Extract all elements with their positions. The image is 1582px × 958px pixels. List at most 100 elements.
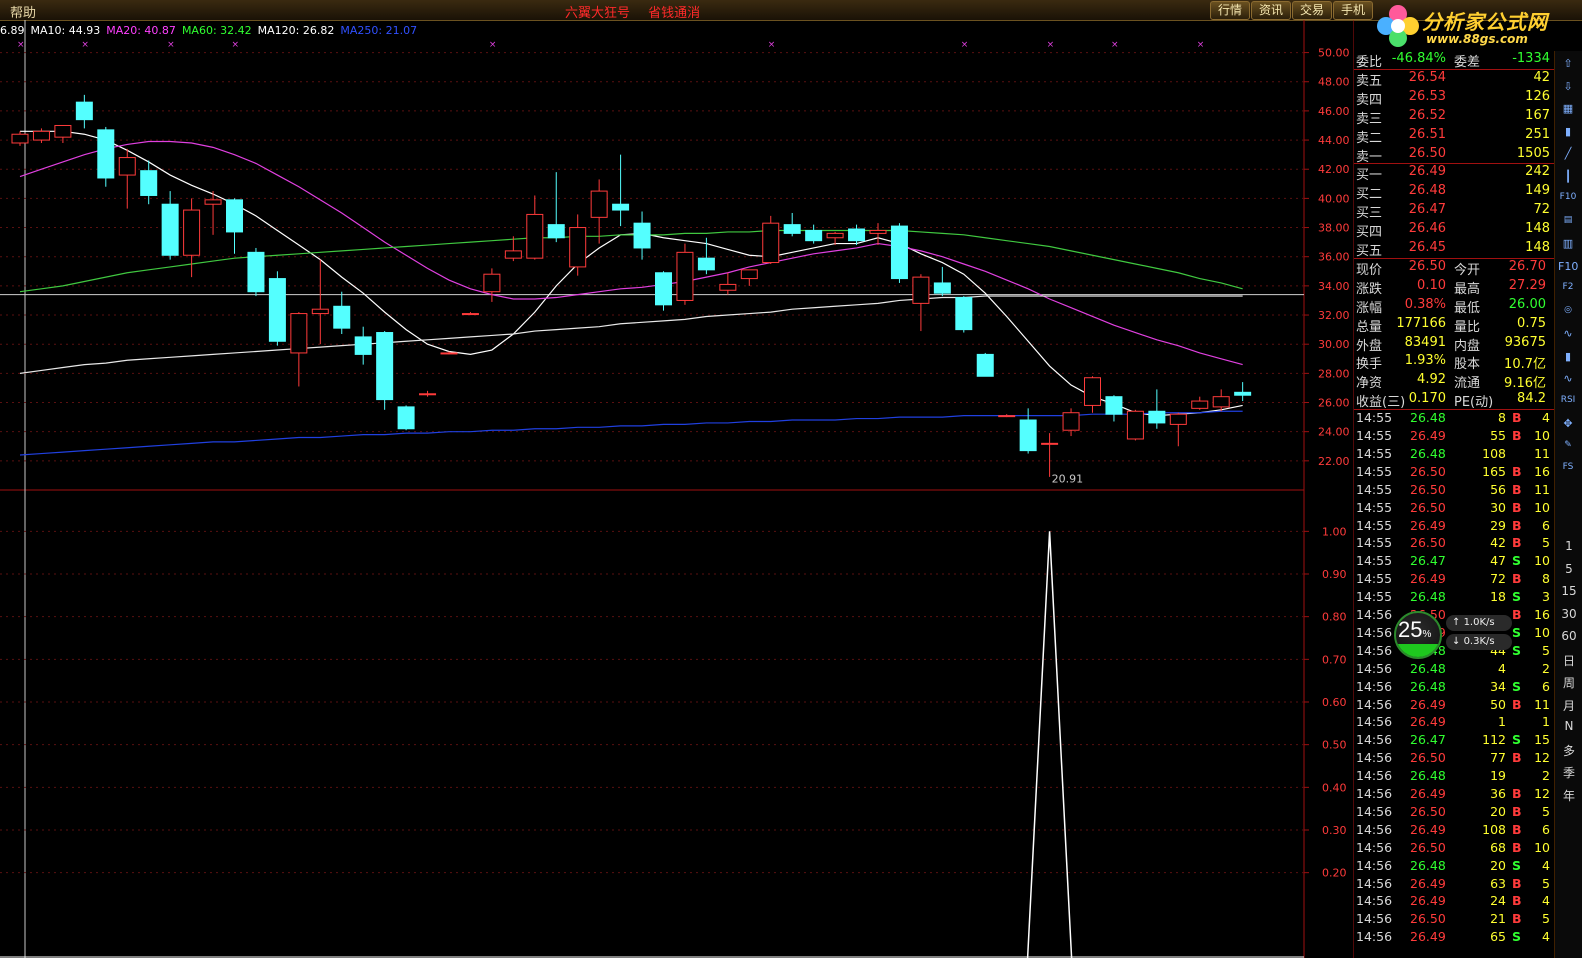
chart-icon[interactable]: ▥: [1558, 237, 1578, 255]
tick-volume: 34: [1490, 678, 1506, 694]
candle-body: [268, 278, 286, 342]
tick-row: 14:55 26.48 8 B 4: [1354, 410, 1552, 428]
pen-icon[interactable]: ✎: [1558, 440, 1578, 458]
candle-body: [783, 224, 801, 234]
tick-time: 14:56: [1356, 857, 1393, 873]
quote-label: 买四: [1356, 225, 1383, 241]
candle: [869, 223, 887, 246]
period-button[interactable]: 15: [1559, 584, 1579, 598]
F2-icon[interactable]: F2: [1558, 282, 1578, 300]
title-link-1[interactable]: 六翼大狂号: [565, 6, 630, 21]
stat-row: 外盘 83491 内盘 93675: [1354, 335, 1550, 354]
period-button[interactable]: 多: [1559, 742, 1579, 759]
y-tick-label: 48.00: [1318, 76, 1350, 89]
stat-label: 流通: [1454, 376, 1481, 392]
F10-icon[interactable]: F10: [1558, 192, 1578, 210]
tick-count: 12: [1534, 750, 1550, 766]
market-button[interactable]: 行情: [1210, 1, 1251, 20]
y-tick-label: 34.00: [1318, 280, 1350, 293]
candle: [1148, 389, 1166, 429]
quote-value: 26.54: [1408, 69, 1446, 85]
period-button[interactable]: 季: [1559, 764, 1579, 781]
line-icon[interactable]: ╱: [1558, 147, 1578, 165]
stat-label: 股本: [1454, 357, 1481, 373]
period-button[interactable]: 1: [1559, 539, 1579, 553]
trade-button[interactable]: 交易: [1292, 1, 1333, 20]
quote-value: 26.48: [1408, 183, 1446, 199]
tick-flag: B: [1512, 410, 1522, 426]
FS-icon[interactable]: FS: [1558, 462, 1578, 480]
tick-volume: 4: [1498, 660, 1506, 676]
candle-body: [590, 190, 608, 218]
period-button[interactable]: N: [1559, 719, 1579, 733]
eye-icon[interactable]: ◎: [1558, 305, 1578, 323]
candle: [461, 312, 479, 316]
candle: [655, 271, 672, 311]
tick-row: 14:56 26.49 50 B 11: [1354, 697, 1552, 715]
candle-body: [419, 393, 437, 396]
candle-body: [1019, 419, 1037, 452]
tick-time: 14:56: [1356, 750, 1393, 766]
tick-row: 14:56 26.50 21 B 5: [1354, 911, 1552, 929]
period-button[interactable]: 月: [1559, 697, 1579, 714]
period-button[interactable]: 周: [1559, 674, 1579, 691]
line2-icon[interactable]: ∿: [1558, 327, 1578, 345]
tick-row: 14:56 26.48 19 2: [1354, 768, 1552, 786]
tick-time: 14:55: [1356, 445, 1393, 461]
period-button[interactable]: 5: [1559, 562, 1579, 576]
period-button[interactable]: 60: [1559, 629, 1579, 643]
tick-flag: S: [1512, 642, 1522, 658]
grid-icon[interactable]: ▦: [1558, 102, 1578, 120]
help-menu[interactable]: 帮助: [10, 2, 36, 21]
tool-strip: ⇧ ⇩ ▦ ▮ ╱ ┃ F10 ▤ ▥ F10 F2 ◎ ∿ ▮ ∿ RSI ✥ ✎ FS 1 5 15 30 60 日周月 N 多…: [1554, 51, 1582, 958]
candle-body: [440, 352, 458, 355]
tick-count: 11: [1534, 481, 1550, 497]
y-tick-label: 1.00: [1322, 525, 1347, 538]
quote-value: 26.45: [1408, 240, 1446, 255]
quote-value: 26.50: [1408, 145, 1446, 161]
y-tick-label: 46.00: [1318, 105, 1350, 118]
ma-line-ma120: [19, 295, 1243, 374]
tick-flag: B: [1512, 821, 1522, 837]
title-link-2[interactable]: 省钱通消: [648, 6, 700, 21]
stat-label: 现价: [1356, 262, 1383, 278]
line3-icon[interactable]: ∿: [1558, 372, 1578, 390]
tick-flag: B: [1512, 893, 1522, 909]
period-button[interactable]: 年: [1559, 787, 1579, 804]
stat-value: 0.170: [1408, 391, 1446, 407]
RSI-icon[interactable]: RSI: [1558, 395, 1578, 413]
period-button[interactable]: 30: [1559, 607, 1579, 621]
candle: [118, 148, 136, 209]
candle-body: [998, 415, 1016, 418]
compass-icon[interactable]: ✥: [1558, 417, 1578, 435]
bars-icon[interactable]: ▮: [1558, 125, 1578, 143]
up-arrow-icon[interactable]: ⇧: [1558, 57, 1578, 75]
tick-volume: 36: [1490, 786, 1506, 801]
down-arrow-icon[interactable]: ⇩: [1558, 80, 1578, 98]
tick-flag: B: [1512, 463, 1522, 479]
news-button[interactable]: 资讯: [1251, 1, 1292, 20]
tick-volume: 20: [1490, 803, 1506, 819]
y-tick-label: 24.00: [1318, 426, 1350, 439]
kline-chart[interactable]: 50.00 48.00 46.00 44.00 42.00 40.00 38.00 36.00…: [0, 20, 1354, 958]
period-button[interactable]: 日: [1559, 652, 1579, 669]
tick-price: 26.50: [1410, 839, 1446, 855]
candle-body: [97, 129, 115, 179]
candles-icon[interactable]: ┃: [1558, 170, 1578, 188]
quote-label: 买三: [1356, 206, 1383, 222]
stat-label: PE(动): [1454, 395, 1494, 411]
y-tick-label: 36.00: [1318, 251, 1350, 264]
F10b-icon[interactable]: F10: [1558, 260, 1578, 278]
y-tick-label: 44.00: [1318, 134, 1350, 147]
ask-volume: 126: [1525, 88, 1550, 104]
doc-icon[interactable]: ▤: [1558, 215, 1578, 233]
tick-volume: 19: [1490, 768, 1506, 784]
candle: [376, 331, 394, 410]
tick-time: 14:55: [1356, 517, 1393, 533]
bars2-icon[interactable]: ▮: [1558, 350, 1578, 368]
quote-value: -46.84%: [1391, 51, 1446, 66]
tick-price: 26.50: [1410, 750, 1446, 766]
candle: [740, 269, 758, 286]
candle-body: [612, 203, 630, 211]
mobile-button[interactable]: 手机: [1333, 1, 1374, 20]
